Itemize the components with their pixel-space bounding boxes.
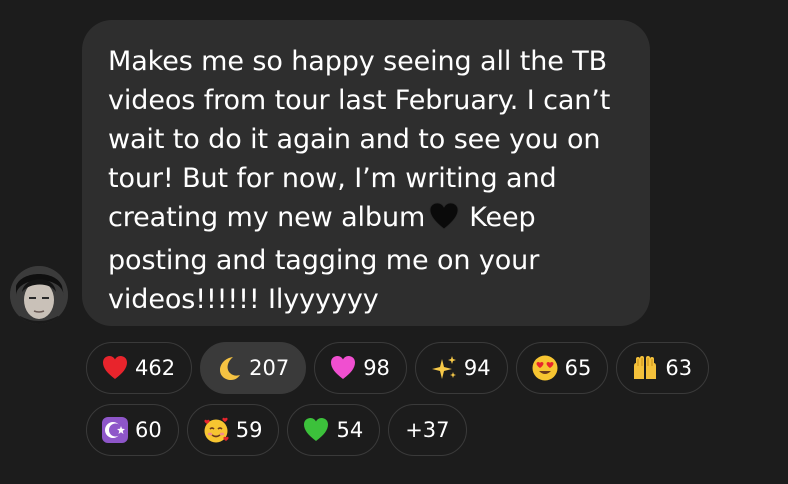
message-line: videos!!!!!! Ilyyyyyy: [108, 284, 379, 315]
red-heart-icon: [101, 354, 129, 382]
message-line: tour! But for now, I’m writing and: [108, 163, 557, 194]
message-line: videos from tour last February. I can’t: [108, 85, 611, 116]
reaction-bar: 462 207 98 94 65 63 60 59 54 +37: [86, 342, 746, 466]
reaction-smiling-face-with-hearts[interactable]: 59: [186, 404, 280, 456]
smiling-face-with-hearts-icon: [202, 416, 230, 444]
reaction-count: 60: [135, 418, 162, 442]
message-line: Makes me so happy seeing all the TB: [108, 46, 608, 77]
crescent-moon-icon: [215, 354, 243, 382]
black-heart-icon: [429, 202, 459, 241]
pink-heart-icon: [329, 354, 357, 382]
reaction-raising-hands[interactable]: 63: [616, 342, 710, 394]
message-line: Keep: [469, 202, 536, 233]
reaction-count: 207: [249, 356, 290, 380]
reaction-star-and-crescent[interactable]: 60: [86, 404, 179, 456]
reaction-count: 65: [564, 356, 592, 380]
reaction-green-heart[interactable]: 54: [287, 404, 381, 456]
message-line: creating my new album: [108, 202, 426, 233]
message-line: wait to do it again and to see you on: [108, 124, 601, 155]
message-text: Makes me so happy seeing all the TB vide…: [108, 42, 626, 319]
sparkles-icon: [430, 354, 458, 382]
reaction-count: 94: [463, 356, 491, 380]
message-bubble[interactable]: Makes me so happy seeing all the TB vide…: [82, 20, 650, 326]
reaction-crescent-moon[interactable]: 207: [200, 342, 307, 394]
reaction-heart-eyes[interactable]: 65: [515, 342, 609, 394]
reaction-count: 98: [363, 356, 390, 380]
reaction-count: 54: [336, 418, 364, 442]
reaction-count: 63: [665, 356, 693, 380]
more-reactions-button[interactable]: +37: [388, 404, 467, 456]
green-heart-icon: [302, 416, 330, 444]
raising-hands-icon: [631, 354, 659, 382]
reaction-row: 60 59 54 +37: [86, 404, 746, 456]
message-thread: Makes me so happy seeing all the TB vide…: [0, 0, 788, 484]
message-line: posting and tagging me on your: [108, 245, 540, 276]
avatar-photo: [10, 266, 68, 324]
sender-avatar[interactable]: [10, 266, 68, 324]
more-reactions-count: +37: [405, 418, 450, 442]
reaction-red-heart[interactable]: 462: [86, 342, 193, 394]
reaction-sparkles[interactable]: 94: [414, 342, 508, 394]
reaction-row: 462 207 98 94 65 63: [86, 342, 746, 394]
reaction-pink-heart[interactable]: 98: [314, 342, 407, 394]
reaction-count: 59: [235, 418, 263, 442]
reaction-count: 462: [135, 356, 176, 380]
star-and-crescent-icon: [101, 416, 129, 444]
heart-eyes-face-icon: [531, 354, 559, 382]
